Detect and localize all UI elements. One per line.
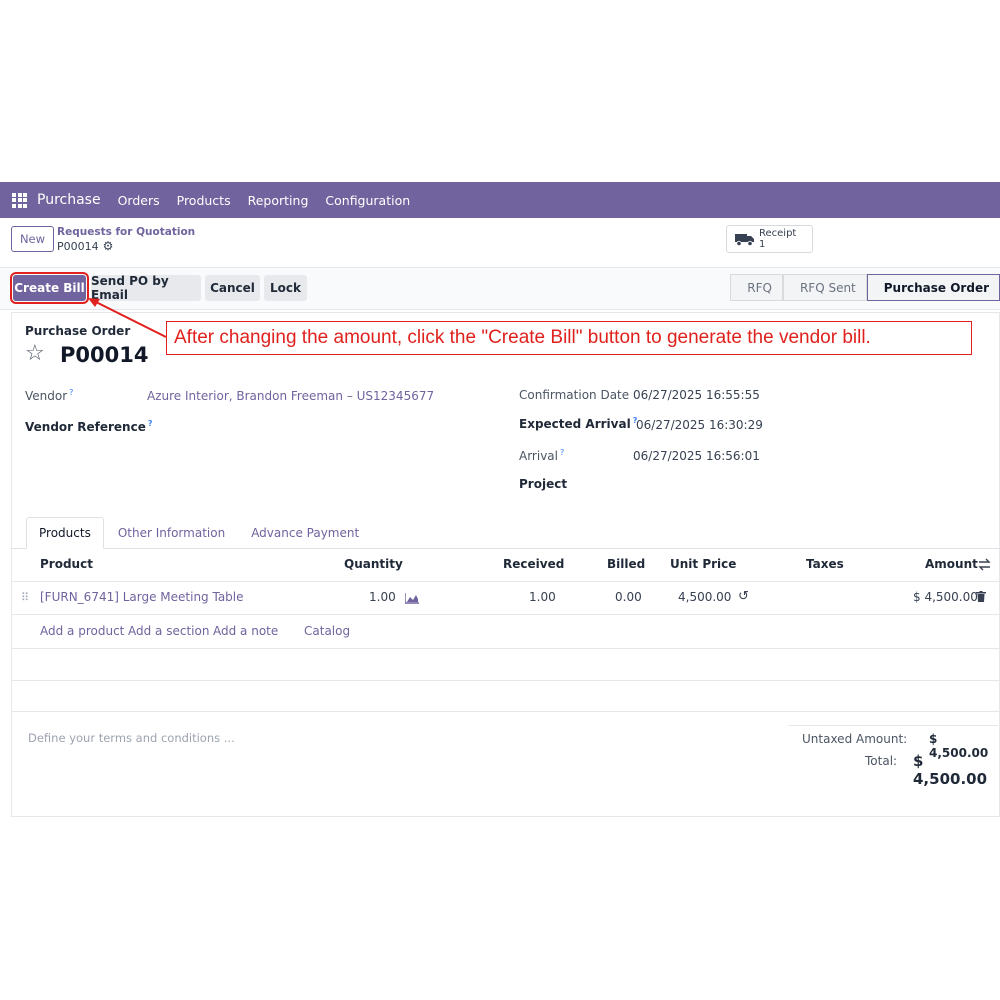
total-value: $ 4,500.00 — [913, 752, 988, 788]
stage-rfq-sent[interactable]: RFQ Sent — [782, 274, 867, 301]
row-billed[interactable]: 0.00 — [615, 590, 642, 604]
app-name[interactable]: Purchase — [37, 192, 101, 208]
col-taxes[interactable]: Taxes — [806, 557, 844, 571]
trash-icon[interactable] — [976, 591, 986, 602]
main-menu: Orders Products Reporting Configuration — [118, 193, 411, 208]
annotation-arrow — [88, 298, 167, 338]
expected-arrival-field[interactable]: 06/27/2025 16:30:29 — [636, 418, 763, 432]
terms-conditions-field[interactable]: Define your terms and conditions ... — [28, 731, 235, 745]
create-bill-button[interactable]: Create Bill — [10, 272, 89, 304]
record-name: P00014 — [60, 343, 149, 367]
catalog-link[interactable]: Catalog — [304, 624, 350, 638]
expected-arrival-label: Expected Arrival? — [519, 416, 637, 431]
add-note-link[interactable]: Add a note — [213, 624, 278, 638]
col-amount[interactable]: Amount — [925, 557, 978, 571]
row-product[interactable]: [FURN_6741] Large Meeting Table — [40, 590, 244, 604]
history-icon[interactable]: ↺ — [738, 589, 749, 604]
breadcrumb-parent[interactable]: Requests for Quotation — [57, 226, 195, 238]
stage-purchase-order[interactable]: Purchase Order — [866, 274, 1000, 301]
col-product[interactable]: Product — [40, 557, 93, 571]
help-icon: ? — [147, 419, 153, 428]
vendor-label: Vendor? — [25, 388, 73, 403]
add-section-link[interactable]: Add a section — [128, 624, 209, 638]
menu-configuration[interactable]: Configuration — [325, 193, 410, 208]
new-button[interactable]: New — [11, 226, 54, 252]
help-icon: ? — [560, 448, 565, 457]
gear-icon[interactable]: ⚙ — [103, 239, 114, 253]
untaxed-label: Untaxed Amount: — [802, 732, 908, 746]
arrival-label-text: Arrival — [519, 449, 558, 463]
row-received[interactable]: 1.00 — [529, 590, 556, 604]
star-icon[interactable]: ☆ — [25, 341, 45, 366]
tab-advance-payment[interactable]: Advance Payment — [239, 517, 371, 549]
row-unit-price[interactable]: 4,500.00 — [678, 590, 731, 604]
top-navbar: Purchase Orders Products Reporting Confi… — [0, 182, 1000, 218]
row-quantity[interactable]: 1.00 — [369, 590, 396, 604]
row-divider — [11, 614, 1000, 615]
col-quantity[interactable]: Quantity — [344, 557, 403, 571]
breadcrumb-current: P00014 ⚙ — [57, 239, 113, 253]
breadcrumb-current-label: P00014 — [57, 239, 99, 253]
drag-handle-icon[interactable]: ⠿ — [21, 591, 29, 604]
apps-menu-icon[interactable] — [12, 192, 27, 208]
notebook-tabs: Products Other Information Advance Payme… — [26, 517, 373, 549]
vendor-field[interactable]: Azure Interior, Brandon Freeman – US1234… — [147, 389, 434, 403]
annotation-callout: After changing the amount, click the "Cr… — [166, 321, 972, 355]
truck-icon — [735, 234, 754, 246]
menu-products[interactable]: Products — [177, 193, 231, 208]
arrival-field[interactable]: 06/27/2025 16:56:01 — [633, 449, 760, 463]
receipt-smart-button[interactable]: Receipt 1 — [726, 225, 813, 253]
tab-products[interactable]: Products — [26, 517, 104, 549]
row-divider — [11, 680, 1000, 681]
receipt-text: Receipt 1 — [759, 228, 796, 250]
row-divider — [11, 711, 1000, 712]
row-amount: $ 4,500.00 — [913, 590, 978, 604]
totals-divider — [788, 725, 998, 726]
header-divider — [11, 581, 1000, 582]
cancel-button[interactable]: Cancel — [205, 275, 260, 301]
menu-reporting[interactable]: Reporting — [248, 193, 309, 208]
col-unit-price[interactable]: Unit Price — [670, 557, 736, 571]
arrival-label: Arrival? — [519, 448, 564, 463]
help-icon: ? — [69, 388, 74, 397]
add-product-link[interactable]: Add a product — [40, 624, 124, 638]
receipt-count: 1 — [759, 239, 766, 250]
project-label: Project — [519, 477, 568, 491]
control-panel: New Requests for Quotation P00014 ⚙ Rece… — [0, 218, 1000, 268]
total-label: Total: — [865, 754, 898, 768]
stage-rfq[interactable]: RFQ — [730, 274, 783, 301]
confirmation-date-field[interactable]: 06/27/2025 16:55:55 — [633, 388, 760, 402]
menu-orders[interactable]: Orders — [118, 193, 160, 208]
col-received[interactable]: Received — [503, 557, 564, 571]
col-billed[interactable]: Billed — [607, 557, 645, 571]
vendor-ref-label: Vendor Reference? — [25, 419, 152, 434]
expected-arrival-label-text: Expected Arrival — [519, 417, 631, 431]
lock-button[interactable]: Lock — [264, 275, 307, 301]
vendor-label-text: Vendor — [25, 389, 68, 403]
tab-other-information[interactable]: Other Information — [106, 517, 237, 549]
status-bar: RFQ RFQ Sent Purchase Order — [730, 274, 1000, 301]
column-settings-icon[interactable] — [978, 558, 991, 571]
vendor-ref-label-text: Vendor Reference — [25, 420, 146, 434]
row-divider — [11, 648, 1000, 649]
confirmation-date-label: Confirmation Date — [519, 388, 630, 402]
forecast-chart-icon[interactable] — [405, 593, 419, 604]
receipt-label: Receipt — [759, 228, 797, 239]
